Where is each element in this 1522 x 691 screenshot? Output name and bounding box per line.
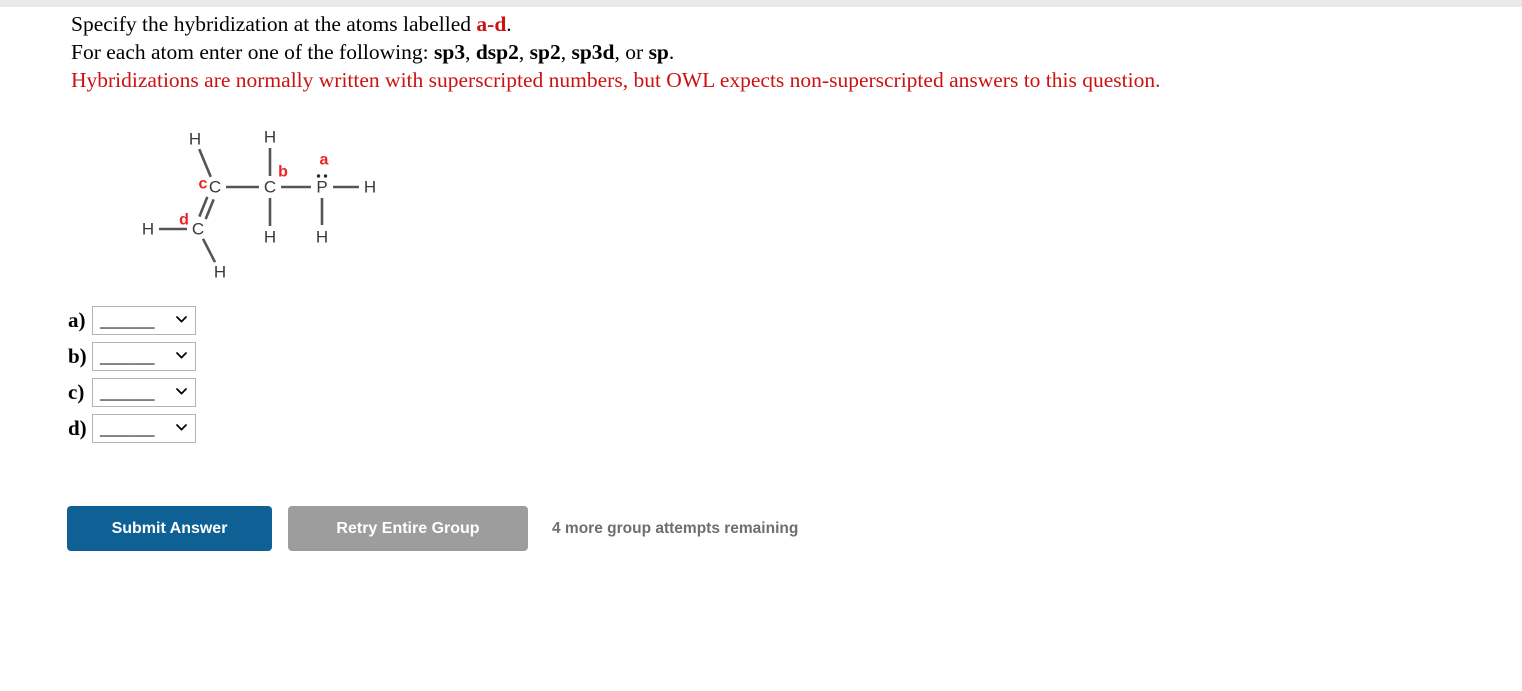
answer-value-c: ______ <box>100 381 155 403</box>
hybridization-option-dsp2: dsp2 <box>475 40 519 64</box>
answer-label-a: a) <box>68 308 86 332</box>
site-label-a: a <box>320 152 329 169</box>
question-page: Specify the hybridization at the atoms l… <box>0 7 1522 691</box>
question-prompt: Specify the hybridization at the atoms l… <box>71 10 1471 94</box>
site-label-c: c <box>199 176 208 193</box>
hybridization-option-sp: sp <box>648 40 669 64</box>
prompt-line-2-text-a: For each atom enter one of the following… <box>71 40 435 64</box>
answer-select-d[interactable]: ______ <box>92 413 196 443</box>
answer-value-a: ______ <box>100 309 155 331</box>
atom-h-p-right: H <box>364 178 376 197</box>
site-label-d: d <box>179 212 189 229</box>
molecule-bonds <box>159 148 359 263</box>
hybridization-option-sp2: sp2 <box>529 40 561 64</box>
atom-h-left: H <box>142 220 154 239</box>
site-label-b: b <box>278 164 288 181</box>
sep-4: , or <box>614 40 649 64</box>
answer-value-b: ______ <box>100 345 155 367</box>
atom-c-middle: C <box>264 178 276 197</box>
prompt-atom-range: a-d <box>476 12 507 36</box>
atom-c-lower: C <box>192 220 204 239</box>
atom-h-top-left: H <box>189 130 201 149</box>
chevron-down-icon <box>176 387 187 395</box>
atom-h-p-bottom: H <box>316 228 328 247</box>
answer-label-b: b) <box>68 344 87 368</box>
prompt-line-2-text-b: . <box>668 40 675 64</box>
phosphorus-lone-pair-dot-1 <box>316 174 321 178</box>
submit-answer-button[interactable]: Submit Answer <box>67 506 272 551</box>
answer-label-d: d) <box>68 416 87 440</box>
atom-c-upper: C <box>209 178 221 197</box>
answer-row-a: a) ______ <box>68 305 428 335</box>
molecule-structure-diagram: C C C P H H H H H H H a b c d <box>120 112 420 297</box>
retry-entire-group-button[interactable]: Retry Entire Group <box>288 506 528 551</box>
atom-h-bottom-left: H <box>214 263 226 282</box>
answer-fields: a) ______ b) ______ c) ______ d) ______ <box>68 305 428 449</box>
attempts-remaining-text: 4 more group attempts remaining <box>552 519 799 537</box>
atom-h-middle-bottom: H <box>264 228 276 247</box>
sep-1: , <box>465 40 476 64</box>
answer-select-a[interactable]: ______ <box>92 305 196 335</box>
answer-label-c: c) <box>68 380 85 404</box>
hybridization-option-sp3: sp3 <box>434 40 466 64</box>
answer-row-b: b) ______ <box>68 341 428 371</box>
prompt-line-2: For each atom enter one of the following… <box>71 38 1471 66</box>
chevron-down-icon <box>176 351 187 359</box>
molecule-atom-labels: C C C P H H H H H H H <box>142 128 376 282</box>
phosphorus-lone-pair-dot-2 <box>323 174 328 178</box>
answer-select-b[interactable]: ______ <box>92 341 196 371</box>
prompt-line-3-note: Hybridizations are normally written with… <box>71 68 1161 92</box>
prompt-line-1: Specify the hybridization at the atoms l… <box>71 10 1471 38</box>
atom-h-middle-top: H <box>264 128 276 147</box>
hybridization-option-sp3d: sp3d <box>571 40 615 64</box>
prompt-line-1-text-a: Specify the hybridization at the atoms l… <box>71 12 477 36</box>
answer-value-d: ______ <box>100 417 155 439</box>
answer-row-d: d) ______ <box>68 413 428 443</box>
answer-row-c: c) ______ <box>68 377 428 407</box>
action-bar: Submit Answer Retry Entire Group 4 more … <box>67 506 798 551</box>
answer-select-c[interactable]: ______ <box>92 377 196 407</box>
chevron-down-icon <box>176 315 187 323</box>
molecule-svg: C C C P H H H H H H H a b c d <box>142 128 376 282</box>
molecule-site-labels: a b c d <box>179 152 328 229</box>
atom-p-center: P <box>316 178 327 197</box>
sep-2: , <box>518 40 530 64</box>
sep-3: , <box>560 40 572 64</box>
chevron-down-icon <box>176 423 187 431</box>
prompt-line-1-text-b: . <box>506 12 512 36</box>
top-gray-strip <box>0 0 1522 7</box>
